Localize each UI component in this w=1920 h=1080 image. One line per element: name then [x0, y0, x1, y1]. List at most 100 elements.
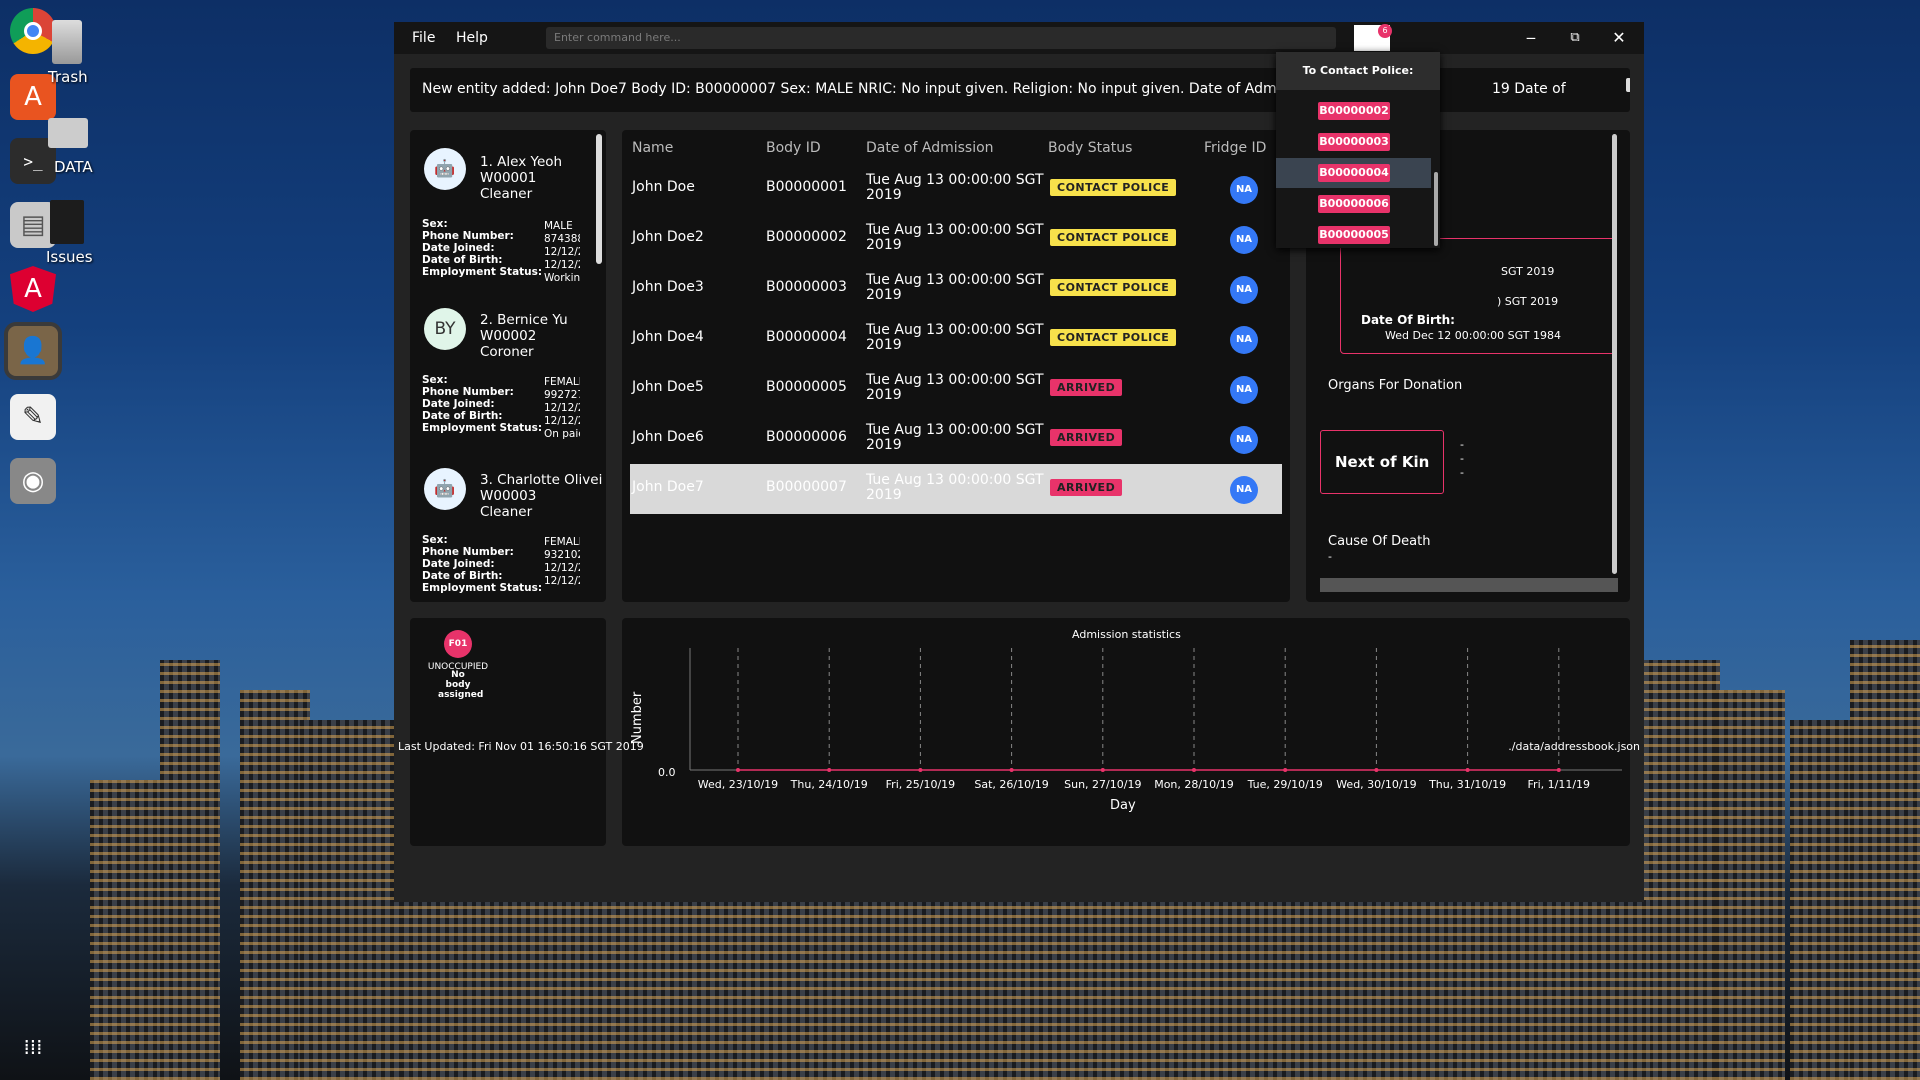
row-date: Tue Aug 13 00:00:00 SGT: [866, 322, 1044, 338]
mortago-window: File Help Enter command here... 6 ‒ ⧉ ✕ …: [394, 22, 1644, 902]
x-tick-label: Thu, 31/10/19: [1428, 778, 1506, 791]
file-menu[interactable]: File: [412, 30, 435, 46]
worker-card[interactable]: 🤖 1. Alex Yeoh W00001 Cleaner Sex: Phone…: [418, 134, 606, 294]
details-vscrollbar[interactable]: [1612, 134, 1617, 574]
worker-phone: 874388: [544, 233, 580, 245]
result-text-tail: 19 Date of: [1492, 81, 1566, 97]
camera-icon[interactable]: ◉: [10, 458, 56, 504]
sex-label: Sex:: [422, 534, 448, 546]
worker-list-scrollbar[interactable]: [596, 134, 602, 264]
folder-icon[interactable]: [50, 200, 84, 244]
popup-item[interactable]: B00000002: [1318, 102, 1390, 120]
table-row[interactable]: John Doe7 B00000007 Tue Aug 13 00:00:00 SG…: [630, 464, 1282, 514]
worker-sex: FEMALE: [544, 376, 580, 388]
robot-avatar-icon: 🤖: [424, 468, 466, 510]
x-tick-label: Fri, 25/10/19: [886, 778, 956, 791]
text-editor-icon[interactable]: ✎: [10, 394, 56, 440]
trash-icon[interactable]: [52, 20, 82, 64]
fridge-icon[interactable]: F01: [444, 630, 472, 658]
chrome-icon[interactable]: [10, 8, 56, 54]
minimize-icon[interactable]: ‒: [1520, 28, 1542, 47]
worker-dob: 12/12/2: [544, 259, 580, 271]
column-header-name[interactable]: Name: [632, 140, 673, 156]
status-label: Employment Status:: [422, 582, 543, 594]
command-input[interactable]: Enter command here...: [546, 27, 1336, 49]
popup-item[interactable]: B00000005: [1318, 226, 1390, 244]
column-header-date[interactable]: Date of Admission: [866, 140, 994, 156]
dob-label: Date of Birth:: [422, 570, 503, 582]
popup-item[interactable]: B00000006: [1318, 195, 1390, 213]
worker-card[interactable]: 🤖 3. Charlotte Olivei W00003 Cleaner Sex…: [418, 454, 606, 602]
row-body-id: B00000003: [766, 279, 847, 295]
dates-box: SGT 2019 ) SGT 2019 Date Of Birth: Wed D…: [1340, 238, 1616, 354]
row-date-year: 2019: [866, 487, 902, 503]
dob-label: Date of Birth:: [422, 410, 503, 422]
joined-label: Date Joined:: [422, 242, 495, 254]
status-label: Employment Status:: [422, 266, 543, 278]
x-tick-label: Wed, 30/10/19: [1336, 778, 1416, 791]
row-name: John Doe: [632, 179, 695, 195]
fridge-id-badge: NA: [1230, 176, 1258, 204]
table-row[interactable]: John Doe B00000001 Tue Aug 13 00:00:00 SGT…: [630, 164, 1282, 214]
close-icon[interactable]: ✕: [1608, 28, 1630, 47]
table-row[interactable]: John Doe3 B00000003 Tue Aug 13 00:00:00 SG…: [630, 264, 1282, 314]
result-scrollbar[interactable]: [1626, 78, 1630, 92]
worker-name: 1. Alex Yeoh: [480, 154, 563, 170]
worker-list-panel: 🤖 1. Alex Yeoh W00001 Cleaner Sex: Phone…: [410, 130, 606, 602]
kin-dash: -: [1460, 452, 1464, 465]
worker-sex: MALE: [544, 220, 573, 232]
popup-scrollbar[interactable]: [1434, 172, 1438, 246]
worker-phone: 992727: [544, 389, 580, 401]
worker-role: Cleaner: [480, 186, 533, 202]
column-header-status[interactable]: Body Status: [1048, 140, 1132, 156]
contacts-icon[interactable]: 👤: [8, 326, 58, 376]
row-name: John Doe5: [632, 379, 704, 395]
table-row[interactable]: John Doe2 B00000002 Tue Aug 13 00:00:00 SG…: [630, 214, 1282, 264]
row-date: Tue Aug 13 00:00:00 SGT: [866, 422, 1044, 438]
x-tick-label: Tue, 29/10/19: [1247, 778, 1323, 791]
contact-police-popup: To Contact Police: B00000002 B00000003 B…: [1276, 52, 1440, 248]
row-name: John Doe3: [632, 279, 704, 295]
maximize-icon[interactable]: ⧉: [1564, 30, 1586, 45]
dob-value: Wed Dec 12 00:00:00 SGT 1984: [1385, 329, 1561, 342]
status-label: Employment Status:: [422, 422, 543, 434]
column-header-body-id[interactable]: Body ID: [766, 140, 821, 156]
row-date: Tue Aug 13 00:00:00 SGT: [866, 172, 1044, 188]
column-header-fridge[interactable]: Fridge ID: [1204, 140, 1266, 156]
worker-role: Cleaner: [480, 504, 533, 520]
table-row[interactable]: John Doe6 B00000006 Tue Aug 13 00:00:00 SG…: [630, 414, 1282, 464]
status-badge: CONTACT POLICE: [1050, 329, 1177, 346]
table-row[interactable]: John Doe5 B00000005 Tue Aug 13 00:00:00 SG…: [630, 364, 1282, 414]
row-date-year: 2019: [866, 187, 902, 203]
row-date: Tue Aug 13 00:00:00 SGT: [866, 272, 1044, 288]
angular-icon[interactable]: A: [10, 266, 56, 312]
table-row[interactable]: John Doe4 B00000004 Tue Aug 13 00:00:00 SG…: [630, 314, 1282, 364]
popup-item[interactable]: B00000003: [1318, 133, 1390, 151]
worker-joined: 12/12/2: [544, 402, 580, 414]
row-name: John Doe4: [632, 329, 704, 345]
row-body-id: B00000007: [766, 479, 847, 495]
worker-card[interactable]: BY 2. Bernice Yu W00002 Coroner Sex: Pho…: [418, 294, 606, 454]
status-badge: ARRIVED: [1050, 479, 1123, 496]
show-apps-icon[interactable]: ⁞⁞⁞: [10, 1024, 56, 1070]
details-hscrollbar[interactable]: [1320, 578, 1618, 592]
fridge-body: No body assigned: [438, 670, 484, 700]
cause-of-death-label: Cause Of Death: [1328, 534, 1431, 549]
row-name: John Doe7: [632, 479, 704, 495]
fridge-id-badge: NA: [1230, 426, 1258, 454]
row-date: Tue Aug 13 00:00:00 SGT: [866, 372, 1044, 388]
issues-label: Issues: [46, 248, 93, 266]
drive-icon[interactable]: [48, 118, 88, 148]
row-date-year: 2019: [866, 387, 902, 403]
x-tick-label: Thu, 24/10/19: [790, 778, 868, 791]
row-body-id: B00000002: [766, 229, 847, 245]
worker-phone: 932102: [544, 549, 580, 561]
popup-item[interactable]: B00000004: [1318, 164, 1390, 182]
robot-avatar-icon: 🤖: [424, 148, 466, 190]
row-date-year: 2019: [866, 287, 902, 303]
worker-joined: 12/12/2: [544, 562, 580, 574]
worker-joined: 12/12/2: [544, 246, 580, 258]
kin-dash: -: [1460, 438, 1464, 451]
help-menu[interactable]: Help: [456, 30, 488, 46]
fridge-id-badge: NA: [1230, 326, 1258, 354]
